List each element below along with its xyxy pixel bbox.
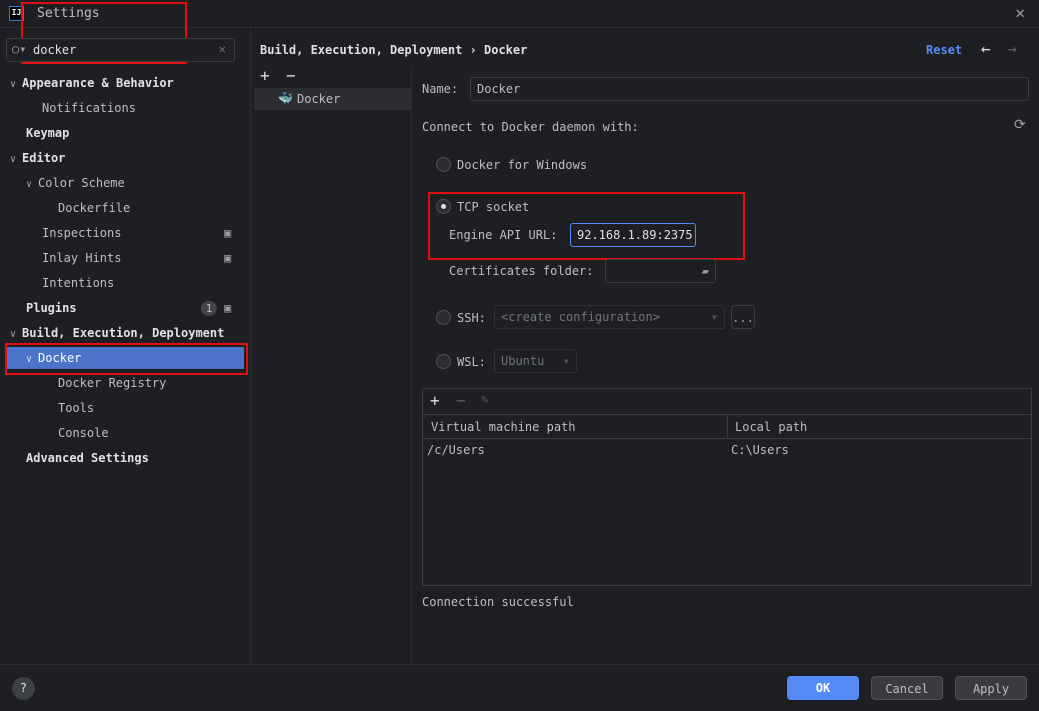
close-icon[interactable]: ✕ [1015, 3, 1025, 22]
ok-button[interactable]: OK [787, 676, 859, 700]
forward-arrow-icon[interactable]: → [1007, 39, 1017, 58]
wsl-select[interactable]: Ubuntu ▾ [494, 349, 577, 373]
docker-windows-label: Docker for Windows [457, 158, 588, 172]
sidebar-item-advanced[interactable]: Advanced Settings [26, 447, 149, 469]
add-server-button[interactable]: + [260, 66, 270, 85]
sidebar-item-dockerfile[interactable]: Dockerfile [58, 197, 130, 219]
refresh-icon[interactable]: ⟳ [1014, 117, 1026, 133]
apply-button[interactable]: Apply [955, 676, 1027, 700]
remove-server-button[interactable]: − [286, 66, 296, 85]
project-icon: ▣ [224, 301, 232, 315]
sidebar-item-build[interactable]: ∨ Build, Execution, Deployment [10, 322, 224, 344]
docker-whale-icon: 🐳 [278, 91, 293, 105]
sidebar-item-inlay-hints[interactable]: Inlay Hints [42, 247, 121, 269]
docker-servers-panel: + − 🐳 Docker [254, 66, 412, 664]
sidebar-item-docker-registry[interactable]: Docker Registry [58, 372, 166, 394]
certificates-label: Certificates folder: [449, 264, 594, 278]
remove-mapping-button[interactable]: − [456, 391, 466, 410]
column-header[interactable]: Virtual machine path [431, 420, 576, 434]
project-icon: ▣ [224, 226, 232, 240]
cancel-button[interactable]: Cancel [871, 676, 943, 700]
ssh-radio[interactable] [436, 310, 451, 325]
docker-windows-radio[interactable] [436, 157, 451, 172]
chevron-down-icon: ∨ [10, 154, 23, 165]
sidebar-item-editor[interactable]: ∨ Editor [10, 147, 65, 169]
sidebar-item-console[interactable]: Console [58, 422, 109, 444]
sidebar-item-plugins[interactable]: Plugins [26, 297, 77, 319]
divider [0, 664, 1039, 665]
table-row[interactable]: /c/Users C:\Users [423, 439, 1031, 461]
connection-status: Connection successful [422, 595, 574, 609]
certificates-input[interactable]: ▰ [605, 259, 716, 283]
divider [250, 28, 251, 664]
back-arrow-icon[interactable]: ← [981, 39, 991, 58]
table-header: Virtual machine path Local path [423, 414, 1031, 439]
ssh-select[interactable]: <create configuration> ▾ [494, 305, 725, 329]
dropdown-arrow-icon: ▾ [562, 354, 570, 368]
project-icon: ▣ [224, 251, 232, 265]
sidebar-item-keymap[interactable]: Keymap [26, 122, 69, 144]
name-input[interactable]: Docker [470, 77, 1029, 101]
connect-label: Connect to Docker daemon with: [422, 120, 639, 134]
breadcrumb: Build, Execution, Deployment › Docker [260, 43, 528, 57]
wsl-label: WSL: [457, 355, 486, 369]
path-mappings-table: + − ✎ Virtual machine path Local path /c… [422, 388, 1032, 586]
clear-icon[interactable]: ✕ [219, 42, 226, 56]
sidebar-item-color-scheme[interactable]: ∨ Color Scheme [26, 172, 125, 194]
ssh-label: SSH: [457, 311, 486, 325]
chevron-down-icon: ∨ [10, 79, 23, 90]
server-item-docker[interactable]: 🐳 Docker [254, 88, 411, 110]
search-input[interactable]: ○▾ docker ✕ [6, 38, 235, 62]
sidebar-item-tools[interactable]: Tools [58, 397, 94, 419]
name-label: Name: [422, 82, 459, 96]
dropdown-arrow-icon: ▾ [710, 310, 718, 324]
highlight-box [5, 343, 248, 375]
plugins-badge: 1 [201, 301, 217, 316]
reset-link[interactable]: Reset [926, 43, 962, 57]
sidebar-item-intentions[interactable]: Intentions [42, 272, 114, 294]
search-value: docker [33, 43, 77, 57]
folder-icon[interactable]: ▰ [702, 260, 709, 282]
ssh-more-button[interactable]: ... [731, 305, 755, 329]
edit-pencil-icon[interactable]: ✎ [481, 392, 488, 406]
add-mapping-button[interactable]: + [430, 391, 440, 410]
help-button[interactable]: ? [12, 677, 35, 700]
search-icon: ○▾ [12, 42, 27, 56]
sidebar-item-notifications[interactable]: Notifications [42, 97, 136, 119]
chevron-down-icon: ∨ [26, 179, 39, 190]
wsl-radio[interactable] [436, 354, 451, 369]
chevron-down-icon: ∨ [10, 329, 23, 340]
column-header[interactable]: Local path [735, 420, 807, 434]
highlight-box [428, 192, 745, 260]
sidebar-item-inspections[interactable]: Inspections [42, 222, 121, 244]
sidebar-item-appearance[interactable]: ∨ Appearance & Behavior [10, 72, 174, 94]
